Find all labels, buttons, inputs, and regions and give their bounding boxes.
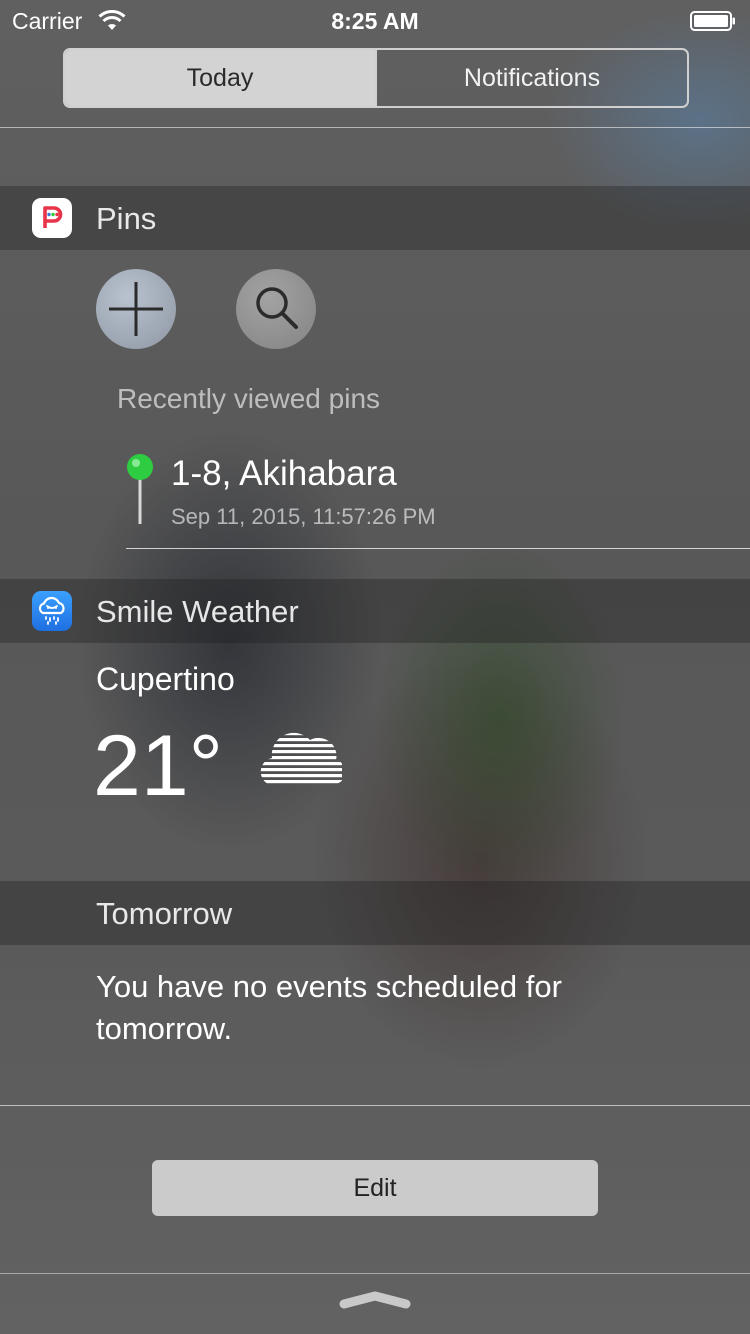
rain-cloud-icon — [38, 596, 65, 625]
footer-divider — [0, 1273, 750, 1274]
tomorrow-widget-header: Tomorrow — [0, 881, 750, 945]
plus-icon — [109, 282, 163, 336]
status-time: 8:25 AM — [331, 8, 419, 34]
weather-widget-header[interactable]: Smile Weather — [0, 579, 750, 643]
view-segmented-control: Today Notifications — [63, 48, 689, 108]
pins-app-icon — [32, 198, 72, 238]
list-item[interactable]: 1-8, Akihabara Sep 11, 2015, 11:57:26 PM — [120, 448, 750, 548]
weather-city: Cupertino — [96, 661, 235, 697]
weather-widget-title: Smile Weather — [96, 594, 299, 629]
edit-button[interactable]: Edit — [152, 1160, 598, 1216]
weather-temperature: 21° — [93, 718, 224, 814]
widgets-bottom-divider — [0, 1105, 750, 1106]
status-bar: Carrier 8:25 AM — [0, 0, 750, 40]
tomorrow-message: You have no events scheduled for tomorro… — [96, 969, 562, 1046]
search-icon — [256, 287, 298, 329]
tab-notifications[interactable]: Notifications — [375, 50, 687, 106]
pin-title: 1-8, Akihabara — [171, 454, 397, 493]
battery-icon — [690, 11, 735, 31]
add-pin-button[interactable] — [96, 269, 176, 349]
header-divider — [0, 127, 750, 128]
recent-pins-label: Recently viewed pins — [117, 383, 381, 414]
pin-timestamp: Sep 11, 2015, 11:57:26 PM — [171, 504, 436, 529]
chevron-up-handle-icon[interactable] — [338, 1288, 412, 1312]
pins-widget-title: Pins — [96, 201, 157, 236]
map-pin-icon — [127, 454, 153, 524]
cloudy-icon — [260, 732, 342, 784]
pin-row-divider — [126, 548, 750, 549]
pins-widget-header[interactable]: Pins — [0, 186, 750, 250]
tab-today[interactable]: Today — [65, 50, 375, 106]
weather-app-icon — [32, 591, 72, 631]
tomorrow-title: Tomorrow — [96, 896, 233, 931]
search-pins-button[interactable] — [236, 269, 316, 349]
